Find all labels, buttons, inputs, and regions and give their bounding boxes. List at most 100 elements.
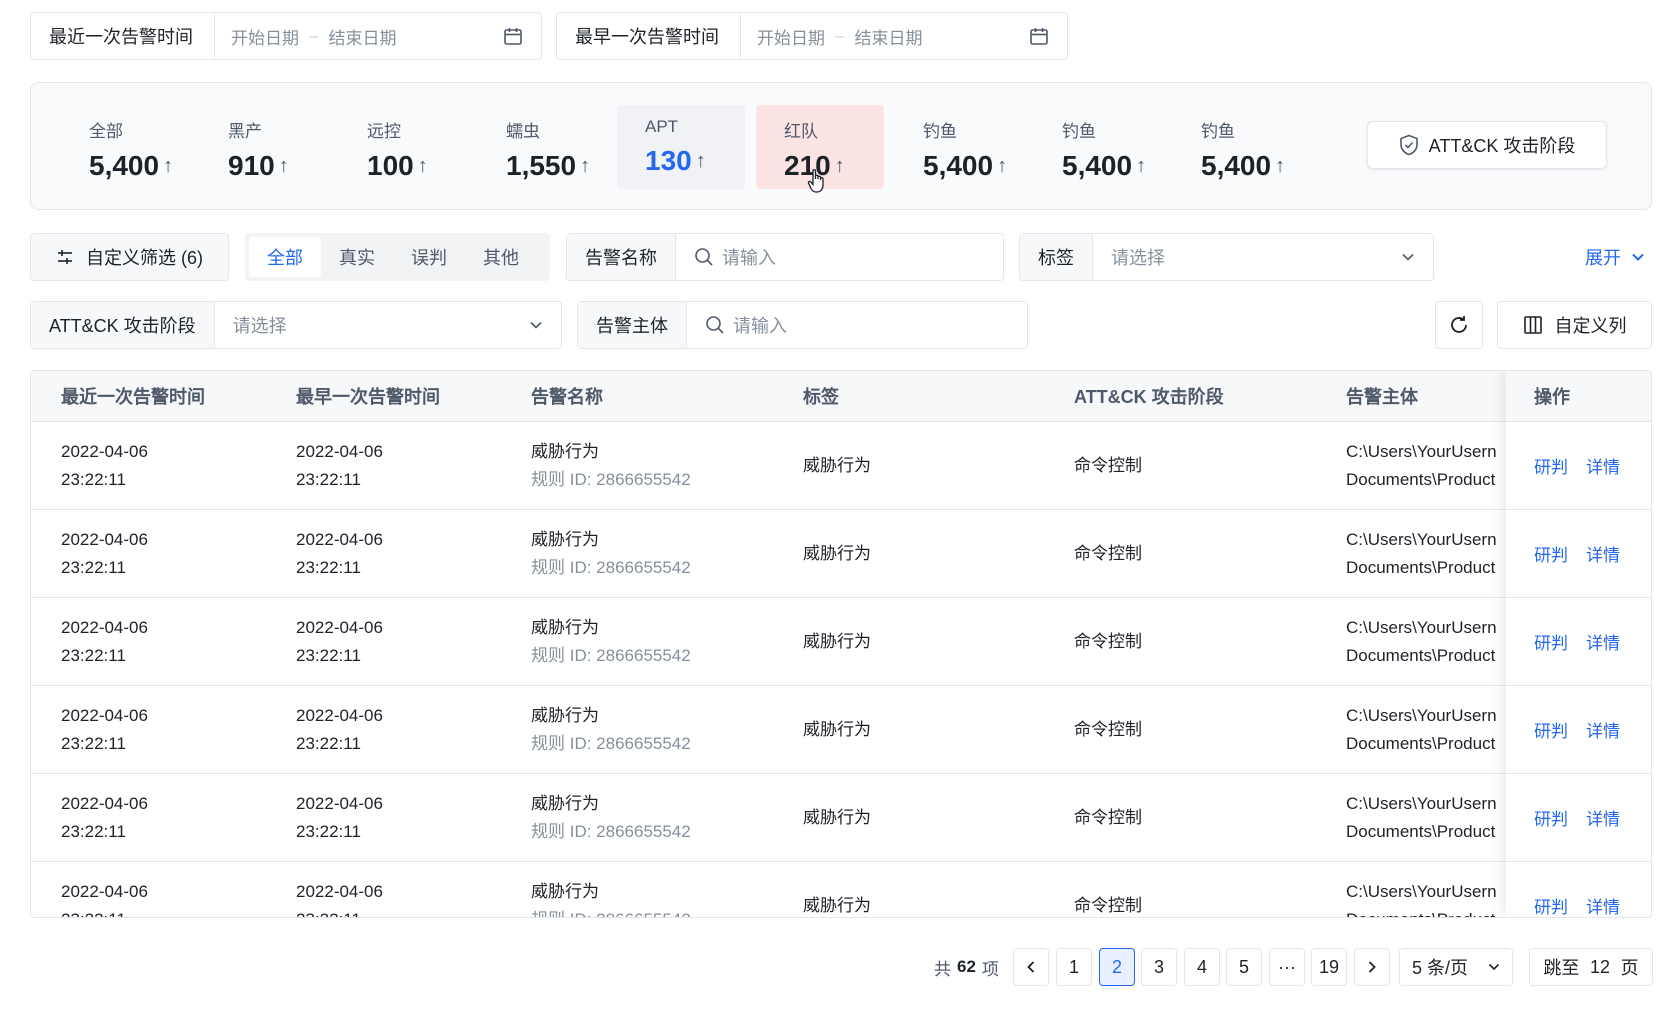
page-button-1[interactable]: 1 [1056,948,1092,986]
alert-subject-cell: C:\Users\YourUsernDocuments\Product [1346,706,1497,753]
tag-filter: 标签 请选择 [1019,233,1434,281]
attck-stage-select[interactable]: 请选择 [215,302,561,348]
attck-stage-cell: 命令控制 [1074,632,1142,651]
table-row: 2022-04-0623:22:11 2022-04-0623:22:11 威胁… [31,597,1651,685]
custom-filter-button[interactable]: 自定义筛选 (6) [30,233,229,281]
latest-alert-time-cell: 2022-04-0623:22:11 [61,530,148,577]
pagination-total: 共 62 项 [934,957,999,979]
hand-pointer-cursor-icon [807,169,824,193]
arrow-up-icon: ↑ [834,154,845,177]
alert-subject-filter-label: 告警主体 [578,302,687,348]
segment-misjudged[interactable]: 误判 [393,237,465,277]
header-tag: 标签 [803,387,839,407]
table-row: 2022-04-0623:22:11 2022-04-0623:22:11 威胁… [31,861,1651,917]
arrow-up-icon: ↑ [278,154,289,177]
page-button-3[interactable]: 3 [1141,948,1177,986]
arrow-up-icon: ↑ [163,154,174,177]
header-earliest-alert-time: 最早一次告警时间 [296,387,440,407]
judge-link[interactable]: 研判 [1534,629,1568,654]
stat-apt[interactable]: APT 130 ↑ [617,105,745,189]
table-row: 2022-04-0623:22:11 2022-04-0623:22:11 威胁… [31,773,1651,861]
jump-page-input[interactable]: 12 [1590,957,1610,978]
refresh-icon [1451,316,1467,333]
range-separator: – [309,26,319,45]
header-alert-name: 告警名称 [531,387,603,407]
page-ellipsis[interactable]: ··· [1269,948,1305,986]
table-row: 2022-04-0623:22:11 2022-04-0623:22:11 威胁… [31,685,1651,773]
stat-value: 5,400 [89,150,160,181]
latest-alert-time-label: 最近一次告警时间 [31,13,215,59]
row-actions: 研判 详情 [1506,685,1651,773]
earliest-alert-time-cell: 2022-04-0623:22:11 [296,442,383,489]
stat-all[interactable]: 全部 5,400 ↑ [61,105,189,189]
latest-alert-time-cell: 2022-04-0623:22:11 [61,794,148,841]
earliest-alert-time-label: 最早一次告警时间 [557,13,741,59]
alert-name-filter: 告警名称 请输入 [566,233,1004,281]
stat-value: 100 [367,150,414,181]
filter-sliders-icon [58,250,72,264]
details-link[interactable]: 详情 [1586,453,1620,478]
attck-stage-cell: 命令控制 [1074,808,1142,827]
attck-stage-button[interactable]: ATT&CK 攻击阶段 [1367,121,1607,169]
alert-subject-placeholder: 请输入 [733,316,787,336]
latest-alert-time-filter: 最近一次告警时间 开始日期 – 结束日期 [30,12,542,60]
judge-link[interactable]: 研判 [1534,453,1568,478]
attck-stage-filter: ATT&CK 攻击阶段 请选择 [30,301,562,349]
stat-label: 蠕虫 [506,122,540,141]
arrow-up-icon: ↑ [1136,154,1147,177]
segment-real[interactable]: 真实 [321,237,393,277]
judge-link[interactable]: 研判 [1534,893,1568,917]
prev-page-button[interactable] [1013,948,1049,986]
attck-stage-cell: 命令控制 [1074,720,1142,739]
judge-link[interactable]: 研判 [1534,805,1568,830]
calendar-icon[interactable] [503,26,523,46]
stat-label: 远控 [367,122,401,141]
page-button-4[interactable]: 4 [1184,948,1220,986]
segment-all[interactable]: 全部 [249,237,321,277]
stat-black-market[interactable]: 黑产 910 ↑ [200,105,328,189]
stat-worm[interactable]: 蠕虫 1,550 ↑ [478,105,606,189]
custom-columns-button[interactable]: 自定义列 [1497,301,1652,349]
stat-phishing[interactable]: 钓鱼 5,400 ↑ [1173,105,1301,189]
stat-phishing[interactable]: 钓鱼 5,400 ↑ [1034,105,1162,189]
attck-stage-filter-label: ATT&CK 攻击阶段 [31,302,215,348]
details-link[interactable]: 详情 [1586,717,1620,742]
calendar-icon[interactable] [1029,26,1049,46]
refresh-button[interactable] [1435,301,1483,349]
latest-alert-time-cell: 2022-04-0623:22:11 [61,442,148,489]
details-link[interactable]: 详情 [1586,541,1620,566]
latest-alert-time-range-input[interactable]: 开始日期 – 结束日期 [215,13,541,59]
tag-cell: 威胁行为 [803,544,871,563]
page-size-select[interactable]: 5 条/页 [1399,948,1513,986]
next-page-button[interactable] [1354,948,1390,986]
stat-label: 全部 [89,122,123,141]
table-row: 2022-04-0623:22:11 2022-04-0623:22:11 威胁… [31,509,1651,597]
details-link[interactable]: 详情 [1586,805,1620,830]
judge-link[interactable]: 研判 [1534,717,1568,742]
alert-name-cell: 威胁行为规则 ID: 2866655542 [531,794,691,841]
page-button-19[interactable]: 19 [1311,948,1347,986]
stat-label: 钓鱼 [923,122,957,141]
tag-select[interactable]: 请选择 [1093,234,1433,280]
page-button-2-current[interactable]: 2 [1099,948,1135,986]
jump-suffix: 页 [1620,958,1639,978]
header-alert-subject: 告警主体 [1346,387,1418,407]
earliest-alert-time-range-input[interactable]: 开始日期 – 结束日期 [741,13,1067,59]
chevron-down-icon [530,321,542,329]
page-button-5[interactable]: 5 [1226,948,1262,986]
earliest-alert-time-cell: 2022-04-0623:22:11 [296,882,383,917]
attck-stage-cell: 命令控制 [1074,896,1142,915]
arrow-up-icon: ↑ [417,154,428,177]
header-attck-stage: ATT&CK 攻击阶段 [1074,387,1224,407]
latest-alert-time-cell: 2022-04-0623:22:11 [61,618,148,665]
stat-remote-control[interactable]: 远控 100 ↑ [339,105,467,189]
segment-other[interactable]: 其他 [465,237,537,277]
stat-phishing[interactable]: 钓鱼 5,400 ↑ [895,105,1023,189]
details-link[interactable]: 详情 [1586,629,1620,654]
details-link[interactable]: 详情 [1586,893,1620,917]
row-actions: 研判 详情 [1506,597,1651,685]
alert-name-search-input[interactable]: 请输入 [676,234,1003,280]
judge-link[interactable]: 研判 [1534,541,1568,566]
alert-subject-search-input[interactable]: 请输入 [687,302,1027,348]
expand-filters-toggle[interactable]: 展开 [1585,244,1645,270]
